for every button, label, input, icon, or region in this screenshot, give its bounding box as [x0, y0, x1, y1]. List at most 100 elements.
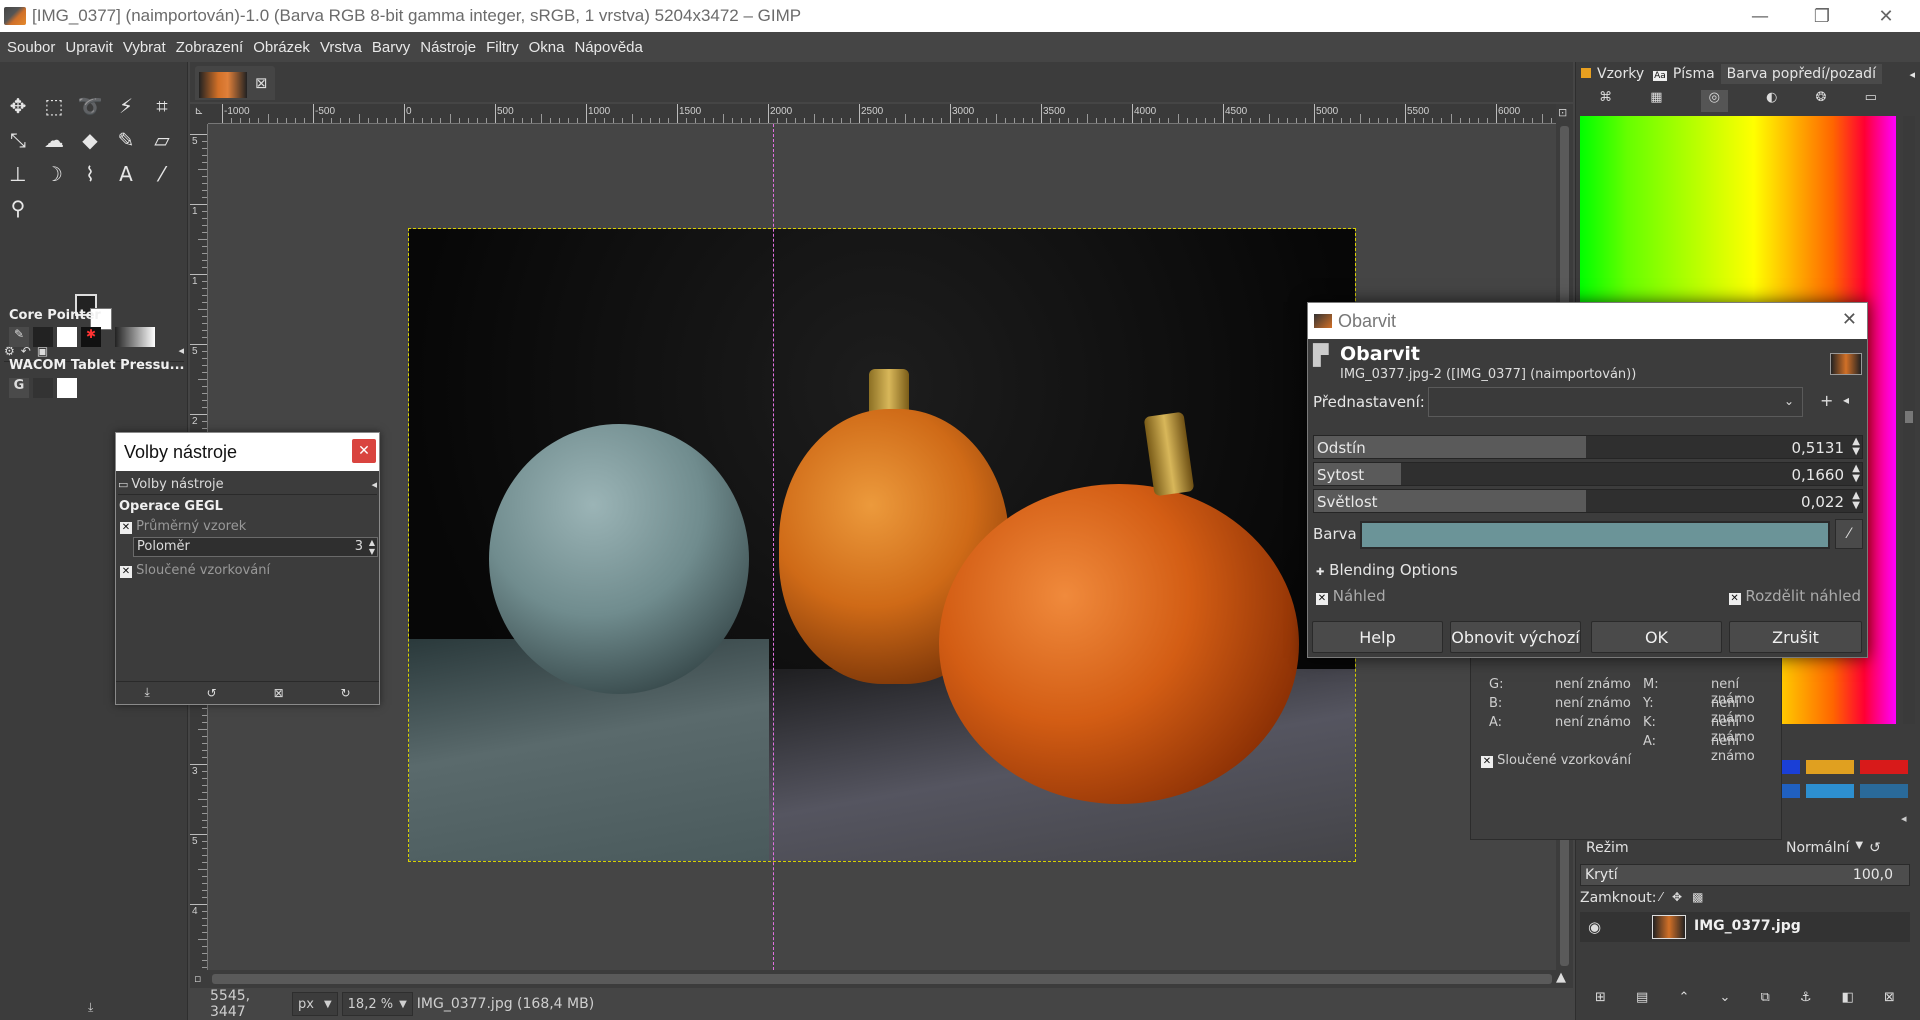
anchor-layer-icon[interactable]: ⚓: [1800, 990, 1812, 1014]
sample-average-checkbox[interactable]: ✕ Průměrný vzorek: [120, 519, 246, 534]
transform-tool-icon[interactable]: ⤡: [4, 126, 32, 154]
smudge-tool-icon[interactable]: ☽: [40, 160, 68, 188]
menu-select[interactable]: Vybrat: [118, 39, 171, 56]
saturation-slider[interactable]: Sytost 0,1660 ▲ ▼: [1313, 462, 1863, 486]
radius-spinner[interactable]: Poloměr 3 ▲ ▼: [133, 537, 378, 557]
ok-button[interactable]: OK: [1591, 621, 1722, 653]
patterns-tab[interactable]: Vzorky: [1578, 64, 1650, 84]
minimize-button[interactable]: —: [1732, 0, 1788, 32]
add-preset-icon[interactable]: +: [1820, 391, 1833, 410]
close-image-tab-icon[interactable]: ⊠: [255, 74, 268, 92]
triangle-selector-icon[interactable]: ◐: [1766, 90, 1777, 112]
cmyk-selector-icon[interactable]: ▦: [1650, 90, 1662, 112]
palette-swatch[interactable]: [1780, 784, 1800, 798]
clone-tool-icon[interactable]: ⊥: [4, 160, 32, 188]
menu-windows[interactable]: Okna: [524, 39, 570, 56]
zoom-fit-icon[interactable]: ▲: [1556, 970, 1566, 985]
lower-layer-icon[interactable]: ⌄: [1719, 990, 1730, 1014]
lasso-tool-icon[interactable]: ➰: [76, 92, 104, 120]
wacom-fg-chip[interactable]: [33, 378, 53, 398]
warp-tool-icon[interactable]: ☁: [40, 126, 68, 154]
menu-tools[interactable]: Nástroje: [415, 39, 481, 56]
color-picker-tool-icon[interactable]: ⁄: [148, 160, 176, 188]
fg-bg-color-tab[interactable]: Barva popředí/pozadí: [1720, 64, 1882, 84]
eraser-tool-icon[interactable]: ▱: [148, 126, 176, 154]
mode-reset-icon[interactable]: ↺: [1869, 840, 1881, 856]
layer-row[interactable]: ◉ IMG_0377.jpg: [1580, 912, 1910, 942]
palette-swatch[interactable]: [1860, 784, 1908, 798]
unit-select[interactable]: px ▼: [292, 992, 338, 1016]
bg-color-chip[interactable]: [57, 327, 77, 347]
menu-filters[interactable]: Filtry: [481, 39, 524, 56]
zoom-tool-icon[interactable]: ⚲: [4, 194, 32, 222]
help-button[interactable]: Help: [1312, 621, 1443, 653]
lock-position-icon[interactable]: ✥: [1672, 890, 1682, 904]
layer-name[interactable]: IMG_0377.jpg: [1694, 918, 1801, 934]
preview-checkbox[interactable]: ✕ Náhled: [1316, 587, 1386, 605]
gimp-selector-icon[interactable]: ⌘: [1599, 90, 1612, 112]
scales-selector-icon[interactable]: ▭: [1865, 90, 1877, 112]
bucket-fill-tool-icon[interactable]: ◆: [76, 126, 104, 154]
dock-menu-icon[interactable]: ◂: [1906, 66, 1918, 83]
fuzzy-select-tool-icon[interactable]: ⚡: [112, 92, 140, 120]
rect-select-tool-icon[interactable]: ⬚: [40, 92, 68, 120]
restore-options-icon[interactable]: ↺: [207, 686, 217, 700]
raise-layer-icon[interactable]: ⌃: [1678, 990, 1689, 1014]
lightness-slider[interactable]: Světlost 0,022 ▲ ▼: [1313, 489, 1863, 513]
spin-arrows-icon[interactable]: ▲ ▼: [369, 538, 375, 556]
colorize-close-button[interactable]: ✕: [1842, 309, 1857, 330]
mode-select[interactable]: Normální ▼ ↺: [1786, 840, 1881, 856]
lock-pixels-icon[interactable]: ⁄: [1660, 890, 1662, 904]
horizontal-scroll-thumb[interactable]: [212, 974, 1552, 984]
color-strip-thumb[interactable]: [1905, 411, 1913, 423]
tool-options-close-button[interactable]: ✕: [352, 439, 376, 463]
menu-layer[interactable]: Vrstva: [315, 39, 367, 56]
ruler-corner[interactable]: ⊾: [190, 104, 208, 124]
tool-options-tab[interactable]: ▭ Volby nástroje ◂: [118, 475, 377, 495]
reset-options-icon[interactable]: ↻: [341, 686, 351, 700]
photo-layer[interactable]: [408, 228, 1356, 862]
color-strip-scrollbar[interactable]: [1903, 116, 1915, 724]
cancel-button[interactable]: Zrušit: [1729, 621, 1862, 653]
hue-slider[interactable]: Odstín 0,5131 ▲ ▼: [1313, 435, 1863, 459]
zoom-select[interactable]: 18,2 % ▼: [341, 992, 413, 1016]
quick-mask-icon[interactable]: ▫: [194, 972, 201, 985]
palette-swatch[interactable]: [1806, 784, 1854, 798]
crop-tool-icon[interactable]: ⌗: [148, 92, 176, 120]
fg-color-chip[interactable]: [33, 327, 53, 347]
menu-edit[interactable]: Upravit: [60, 39, 118, 56]
move-tool-icon[interactable]: ✥: [4, 92, 32, 120]
split-preview-guide[interactable]: [773, 124, 774, 970]
tool-options-titlebar[interactable]: Volby nástroje: [116, 433, 379, 471]
menu-file[interactable]: Soubor: [2, 39, 60, 56]
dock-menu-icon[interactable]: ◂: [178, 344, 184, 357]
saturation-spin-icon[interactable]: ▲ ▼: [1852, 464, 1860, 484]
split-preview-checkbox[interactable]: ✕ Rozdělit náhled: [1728, 587, 1861, 605]
menu-help[interactable]: Nápověda: [569, 39, 647, 56]
navigate-icon[interactable]: ⊡: [1558, 106, 1567, 119]
menu-view[interactable]: Zobrazení: [171, 39, 249, 56]
toolbox-bottom-icon[interactable]: ⤓: [88, 1000, 93, 1015]
delete-layer-icon[interactable]: ⊠: [1884, 990, 1895, 1014]
delete-options-icon[interactable]: ⊠: [274, 686, 284, 700]
new-layer-icon[interactable]: ⊞: [1595, 990, 1606, 1014]
blending-options-expander[interactable]: ✚ Blending Options: [1316, 561, 1458, 579]
brush-icon[interactable]: ✎: [9, 327, 29, 347]
image-tab[interactable]: ⊠: [195, 66, 275, 100]
close-window-button[interactable]: ✕: [1858, 0, 1914, 32]
reset-button[interactable]: Obnovit výchozí: [1450, 621, 1581, 653]
lightness-spin-icon[interactable]: ▲ ▼: [1852, 491, 1860, 511]
paths-tool-icon[interactable]: ⌇: [76, 160, 104, 188]
colorize-titlebar[interactable]: Obarvit ✕: [1308, 303, 1867, 339]
color-swatch-button[interactable]: [1360, 521, 1830, 549]
palette-swatch[interactable]: [1806, 760, 1854, 774]
wacom-tool-icon[interactable]: G: [9, 378, 29, 398]
menu-colors[interactable]: Barvy: [367, 39, 415, 56]
duplicate-layer-icon[interactable]: ⧉: [1760, 990, 1769, 1014]
pattern-chip[interactable]: ✱: [81, 327, 101, 347]
save-options-icon[interactable]: ⤓: [144, 685, 149, 700]
watercolor-selector-icon[interactable]: ❂: [1816, 90, 1827, 112]
layers-dock-menu-icon[interactable]: ◂: [1901, 812, 1907, 825]
visibility-eye-icon[interactable]: ◉: [1588, 918, 1601, 936]
menu-image[interactable]: Obrázek: [248, 39, 315, 56]
